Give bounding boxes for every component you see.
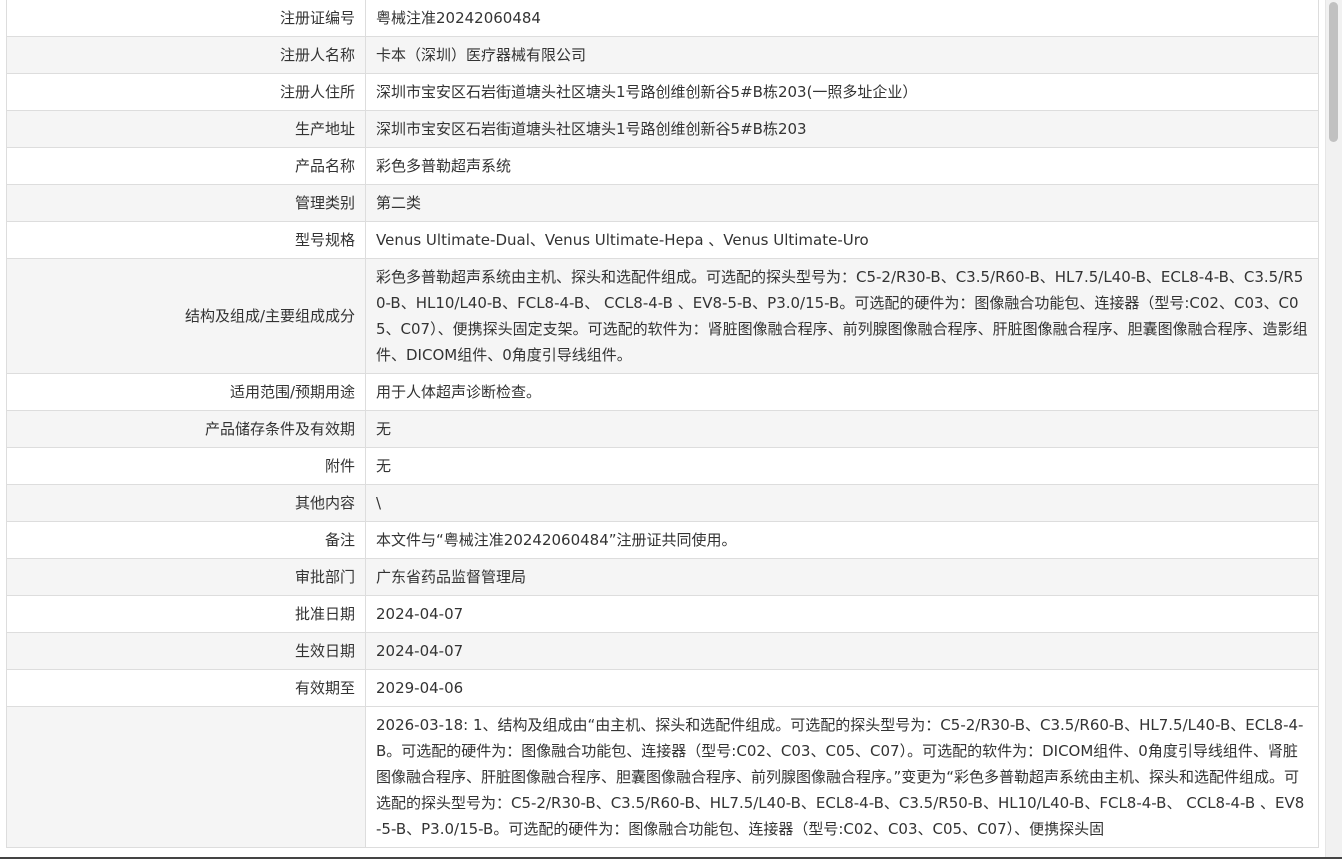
table-row-attachments: 附件 无 <box>6 447 1319 485</box>
row-value: 无 <box>365 447 1319 485</box>
row-value: \ <box>365 484 1319 522</box>
table-row-intended-use: 适用范围/预期用途 用于人体超声诊断检查。 <box>6 373 1319 411</box>
row-label: 有效期至 <box>6 669 366 707</box>
row-label: 注册证编号 <box>6 0 366 37</box>
row-value: 用于人体超声诊断检查。 <box>365 373 1319 411</box>
row-value: 彩色多普勒超声系统由主机、探头和选配件组成。可选配的探头型号为：C5-2/R30… <box>365 258 1319 374</box>
row-value: 彩色多普勒超声系统 <box>365 147 1319 185</box>
row-label: 适用范围/预期用途 <box>6 373 366 411</box>
row-value: 2024-04-07 <box>365 595 1319 633</box>
table-row-storage-conditions: 产品储存条件及有效期 无 <box>6 410 1319 448</box>
row-value: 粤械注准20242060484 <box>365 0 1319 37</box>
row-label: 生效日期 <box>6 632 366 670</box>
table-row-change-history: 2026-03-18: 1、结构及组成由“由主机、探头和选配件组成。可选配的探头… <box>6 706 1319 848</box>
row-value: 无 <box>365 410 1319 448</box>
registration-detail-table: 注册证编号 粤械注准20242060484 注册人名称 卡本（深圳）医疗器械有限… <box>6 0 1319 848</box>
row-label: 生产地址 <box>6 110 366 148</box>
row-value: Venus Ultimate-Dual、Venus Ultimate-Hepa … <box>365 221 1319 259</box>
row-label: 其他内容 <box>6 484 366 522</box>
table-row-model-spec: 型号规格 Venus Ultimate-Dual、Venus Ultimate-… <box>6 221 1319 259</box>
row-label: 结构及组成/主要组成成分 <box>6 258 366 374</box>
row-value: 2026-03-18: 1、结构及组成由“由主机、探头和选配件组成。可选配的探头… <box>365 706 1319 848</box>
table-row-other-content: 其他内容 \ <box>6 484 1319 522</box>
table-row-product-name: 产品名称 彩色多普勒超声系统 <box>6 147 1319 185</box>
row-value: 深圳市宝安区石岩街道塘头社区塘头1号路创维创新谷5#B栋203 <box>365 110 1319 148</box>
row-label: 注册人名称 <box>6 36 366 74</box>
table-row-registrant-address: 注册人住所 深圳市宝安区石岩街道塘头社区塘头1号路创维创新谷5#B栋203(一照… <box>6 73 1319 111</box>
row-value: 2029-04-06 <box>365 669 1319 707</box>
table-row-registration-number: 注册证编号 粤械注准20242060484 <box>6 0 1319 37</box>
row-value: 卡本（深圳）医疗器械有限公司 <box>365 36 1319 74</box>
row-value: 第二类 <box>365 184 1319 222</box>
row-value: 2024-04-07 <box>365 632 1319 670</box>
table-row-approval-date: 批准日期 2024-04-07 <box>6 595 1319 633</box>
vertical-scrollbar[interactable] <box>1325 0 1342 859</box>
row-label <box>6 706 366 848</box>
row-label: 型号规格 <box>6 221 366 259</box>
row-value: 深圳市宝安区石岩街道塘头社区塘头1号路创维创新谷5#B栋203(一照多址企业） <box>365 73 1319 111</box>
table-row-structure-composition: 结构及组成/主要组成成分 彩色多普勒超声系统由主机、探头和选配件组成。可选配的探… <box>6 258 1319 374</box>
row-label: 审批部门 <box>6 558 366 596</box>
scrollbar-thumb[interactable] <box>1329 2 1338 142</box>
table-row-remarks: 备注 本文件与“粤械注准20242060484”注册证共同使用。 <box>6 521 1319 559</box>
row-label: 附件 <box>6 447 366 485</box>
row-label: 管理类别 <box>6 184 366 222</box>
table-row-management-category: 管理类别 第二类 <box>6 184 1319 222</box>
table-row-effective-date: 生效日期 2024-04-07 <box>6 632 1319 670</box>
table-row-production-address: 生产地址 深圳市宝安区石岩街道塘头社区塘头1号路创维创新谷5#B栋203 <box>6 110 1319 148</box>
table-row-valid-until: 有效期至 2029-04-06 <box>6 669 1319 707</box>
row-label: 产品名称 <box>6 147 366 185</box>
row-label: 注册人住所 <box>6 73 366 111</box>
page: 注册证编号 粤械注准20242060484 注册人名称 卡本（深圳）医疗器械有限… <box>0 0 1342 859</box>
detail-scroll-area[interactable]: 注册证编号 粤械注准20242060484 注册人名称 卡本（深圳）医疗器械有限… <box>0 0 1326 859</box>
row-value: 本文件与“粤械注准20242060484”注册证共同使用。 <box>365 521 1319 559</box>
table-row-registrant-name: 注册人名称 卡本（深圳）医疗器械有限公司 <box>6 36 1319 74</box>
table-row-approval-department: 审批部门 广东省药品监督管理局 <box>6 558 1319 596</box>
row-label: 批准日期 <box>6 595 366 633</box>
row-label: 产品储存条件及有效期 <box>6 410 366 448</box>
row-value: 广东省药品监督管理局 <box>365 558 1319 596</box>
row-label: 备注 <box>6 521 366 559</box>
